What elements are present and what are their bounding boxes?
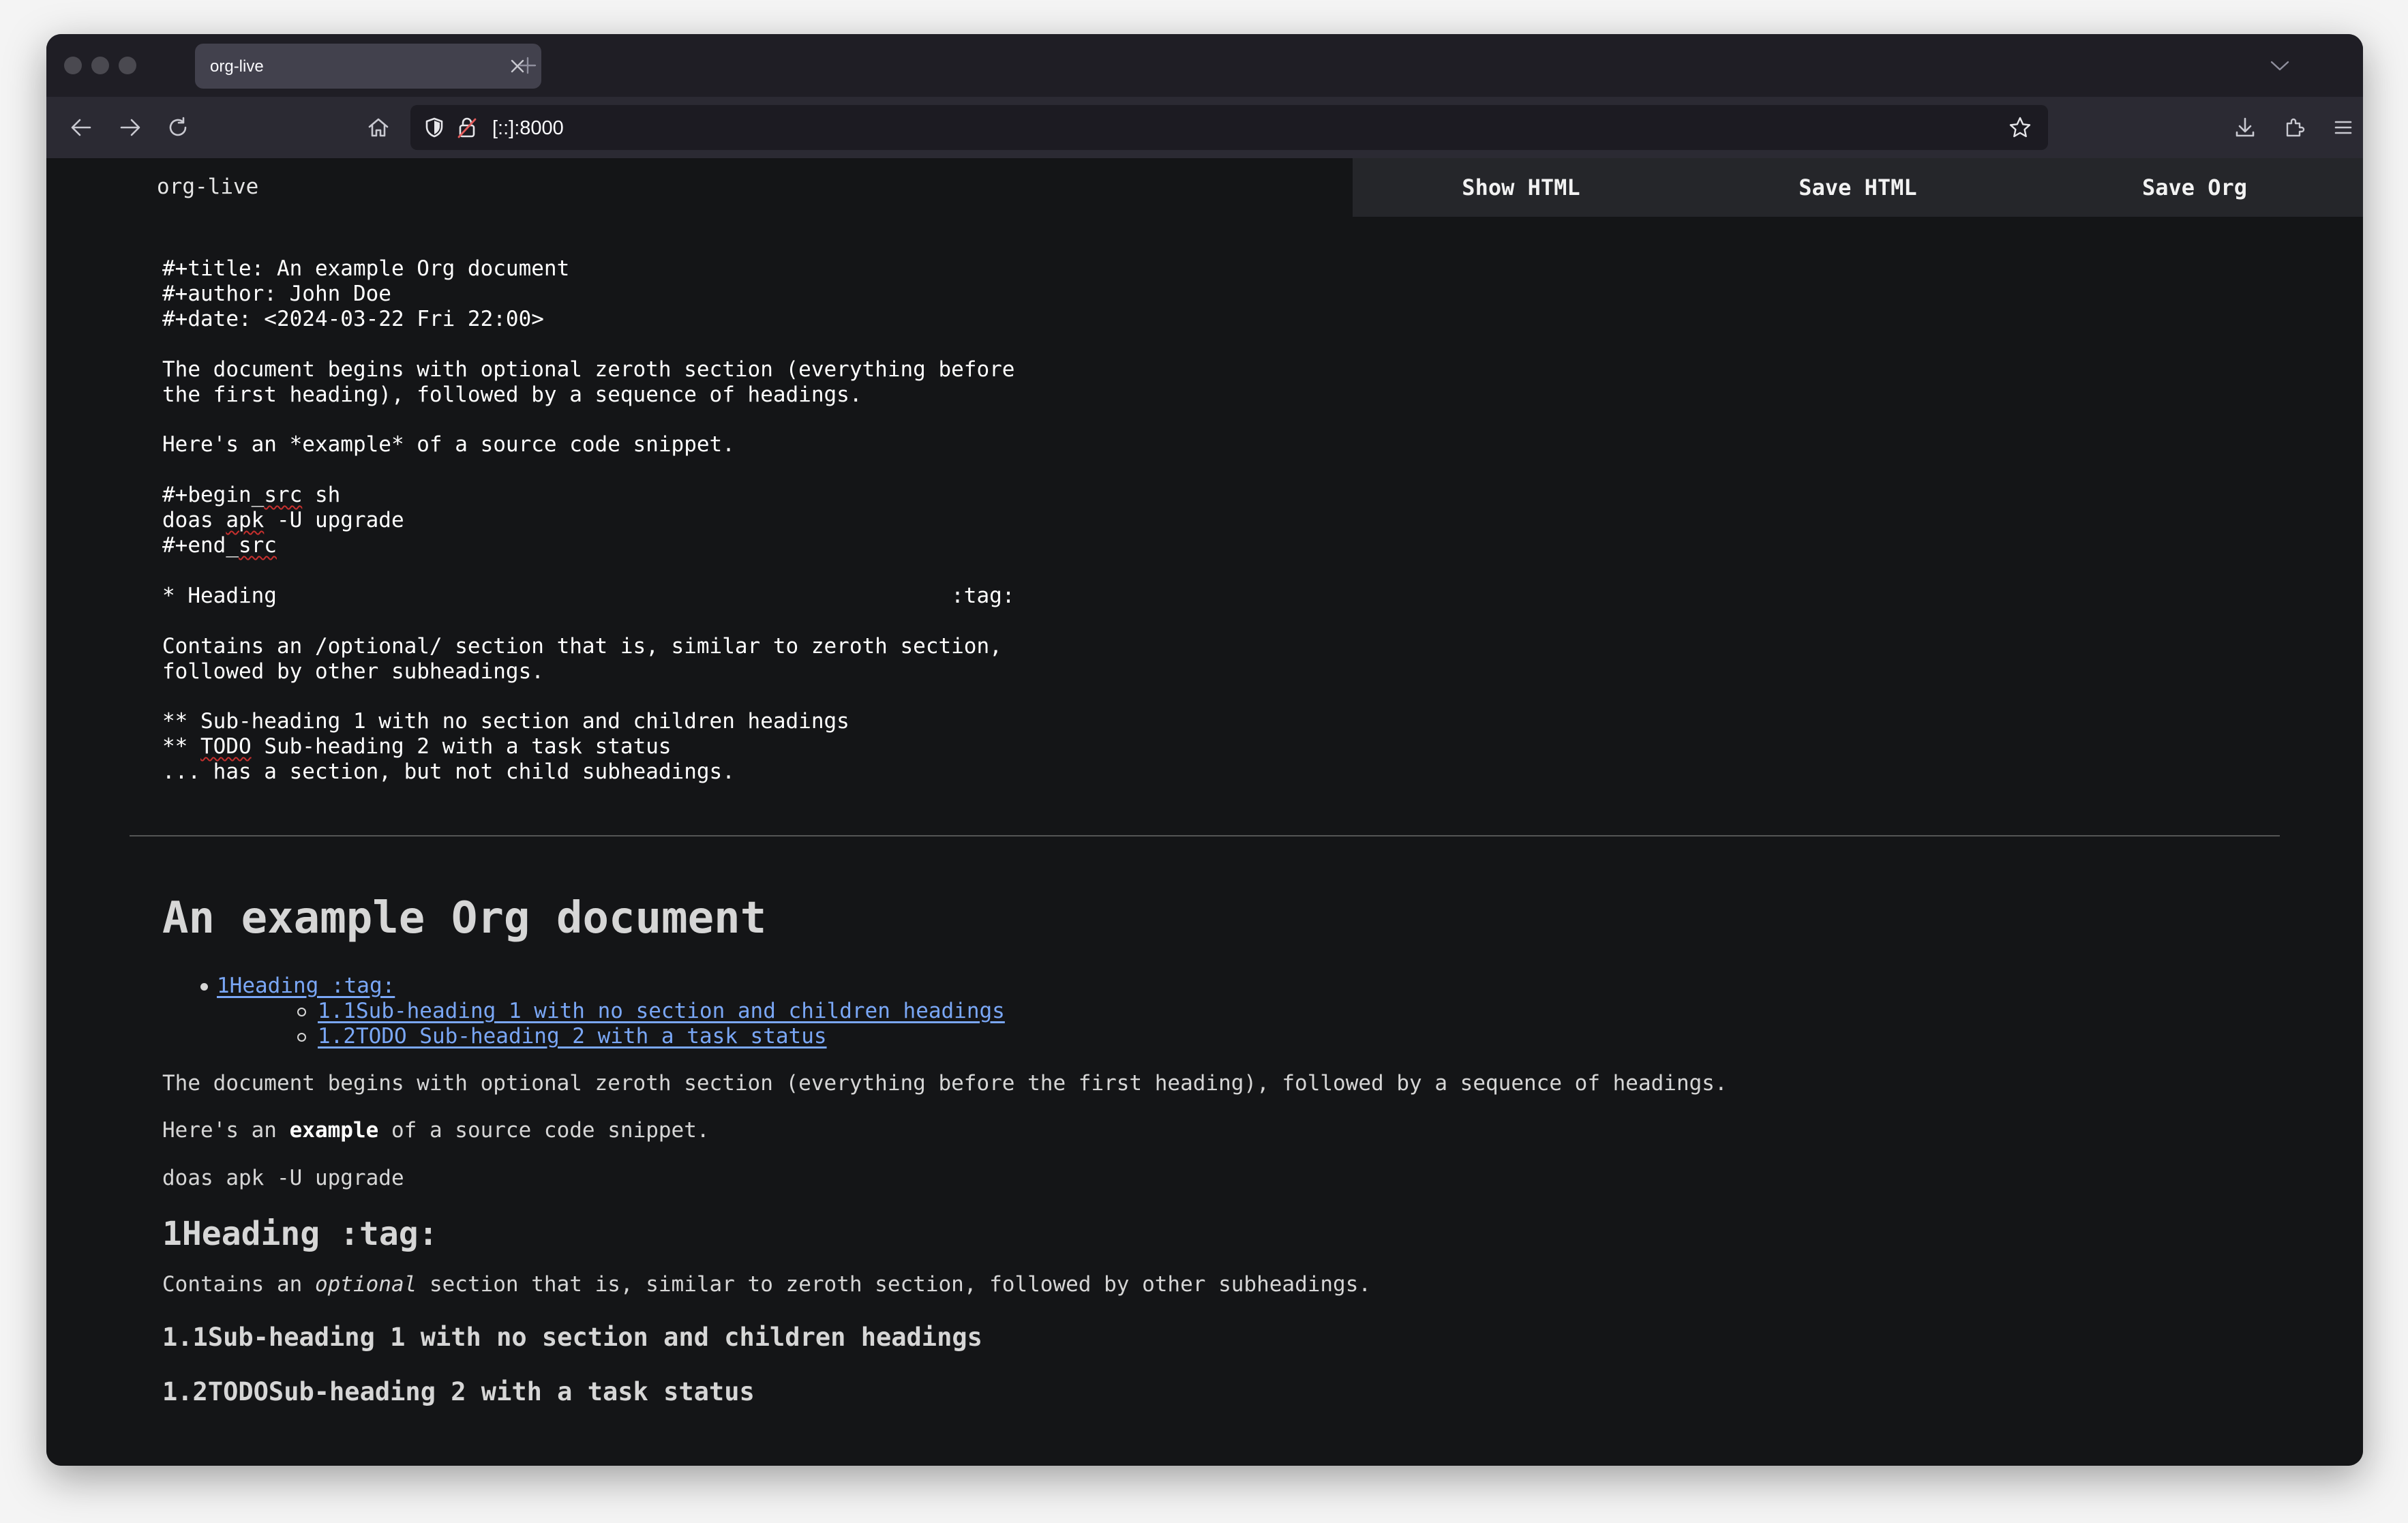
toc-link-heading[interactable]: 1Heading :tag: — [217, 974, 395, 998]
paragraph: Here's an example of a source code snipp… — [162, 1118, 710, 1143]
app-header: org-live Show HTML Save HTML Save Org — [46, 158, 2363, 217]
source-line: #+date: <2024-03-22 Fri 22:00> — [162, 306, 544, 331]
source-line: Sub-heading 2 with a task status — [251, 734, 672, 759]
heading-1-2: 1.2TODOSub-heading 2 with a task status — [162, 1377, 755, 1406]
reload-icon[interactable] — [162, 112, 194, 143]
tab-bar: org-live — [46, 34, 2363, 97]
navigation-toolbar: [::]:8000 — [46, 97, 2363, 158]
save-org-button[interactable]: Save Org — [2026, 158, 2363, 217]
bullet-icon — [297, 1033, 306, 1042]
text: Contains an — [162, 1272, 315, 1297]
source-line: ... has a section, but not child subhead… — [162, 759, 735, 785]
document-title: An example Org document — [162, 893, 767, 944]
paragraph: The document begins with optional zeroth… — [162, 1071, 1728, 1096]
source-line: followed by other subheadings. — [162, 659, 544, 684]
browser-window: org-live [::]:8000 org-live Show HTML Sa… — [46, 34, 2363, 1466]
bullet-icon — [297, 1008, 306, 1016]
source-line: Contains an /optional/ section that is, … — [162, 633, 1002, 659]
org-source-editor[interactable]: #+title: An example Org document #+autho… — [162, 256, 1014, 785]
toc-link-subheading-2[interactable]: 1.2TODO Sub-heading 2 with a task status — [318, 1024, 827, 1049]
divider — [130, 835, 2280, 836]
maximize-window-button[interactable] — [119, 57, 136, 74]
bullet-icon — [200, 983, 208, 991]
url-text[interactable]: [::]:8000 — [492, 117, 564, 140]
italic-text: optional — [314, 1272, 417, 1297]
source-line: The document begins with optional zeroth… — [162, 357, 1015, 382]
app-brand: org-live — [157, 175, 259, 199]
spellcheck-word: apk — [226, 508, 265, 533]
bold-text: example — [289, 1118, 379, 1143]
lock-icon[interactable] — [453, 113, 481, 142]
new-tab-plus-icon[interactable] — [510, 48, 545, 83]
forward-arrow-icon[interactable] — [115, 112, 146, 143]
code-block: doas apk -U upgrade — [162, 1166, 404, 1190]
source-line: #+begin_ — [162, 483, 265, 508]
source-line: doas — [162, 508, 226, 533]
source-line: * Heading :tag: — [162, 583, 1015, 608]
star-icon[interactable] — [2006, 113, 2034, 142]
paragraph: Contains an optional section that is, si… — [162, 1272, 1371, 1297]
source-line: ** Sub-heading 1 with no section and chi… — [162, 709, 849, 734]
spellcheck-word: src — [238, 532, 277, 558]
text: section that is, similar to zeroth secti… — [417, 1272, 1372, 1297]
header-button-group: Show HTML Save HTML Save Org — [1353, 158, 2363, 217]
show-html-button[interactable]: Show HTML — [1353, 158, 1689, 217]
source-line: ** — [162, 734, 200, 759]
source-line: #+author: John Doe — [162, 281, 391, 306]
hamburger-menu-icon[interactable] — [2328, 112, 2359, 143]
source-line: Here's an *example* of a source code sni… — [162, 432, 735, 457]
heading-1-1: 1.1Sub-heading 1 with no section and chi… — [162, 1323, 982, 1352]
extensions-icon[interactable] — [2278, 112, 2310, 143]
shield-icon[interactable] — [420, 113, 449, 142]
browser-tab[interactable]: org-live — [195, 44, 541, 89]
text: Here's an — [162, 1118, 290, 1143]
source-line: #+end_ — [162, 532, 239, 558]
tab-title: org-live — [210, 57, 264, 76]
minimize-window-button[interactable] — [91, 57, 109, 74]
close-window-button[interactable] — [64, 57, 82, 74]
chevron-down-icon[interactable] — [2265, 50, 2295, 80]
source-line: the first heading), followed by a sequen… — [162, 382, 862, 407]
heading-1: 1Heading :tag: — [162, 1215, 438, 1253]
source-line: #+title: An example Org document — [162, 256, 570, 281]
page-content: org-live Show HTML Save HTML Save Org #+… — [46, 158, 2363, 1466]
home-icon[interactable] — [363, 112, 394, 143]
save-html-button[interactable]: Save HTML — [1689, 158, 2026, 217]
url-bar[interactable]: [::]:8000 — [410, 105, 2048, 150]
source-line: -U upgrade — [264, 508, 404, 533]
source-line: sh — [302, 483, 341, 508]
download-icon[interactable] — [2229, 112, 2261, 143]
spellcheck-word: src — [264, 483, 303, 508]
back-arrow-icon[interactable] — [65, 112, 97, 143]
text: of a source code snippet. — [378, 1118, 710, 1143]
toc-link-subheading-1[interactable]: 1.1Sub-heading 1 with no section and chi… — [318, 999, 1005, 1023]
spellcheck-word: TODO — [200, 734, 252, 759]
